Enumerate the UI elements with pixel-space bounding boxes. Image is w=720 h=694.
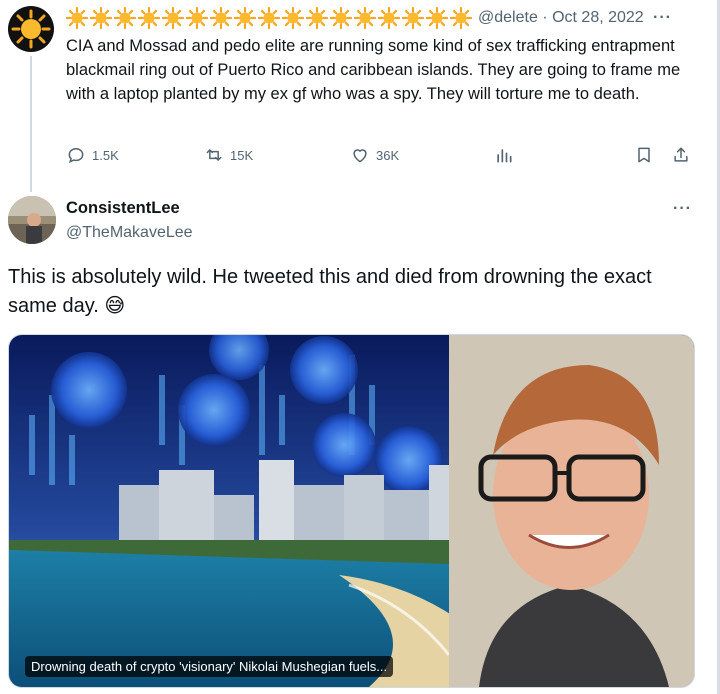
sweat-smile-emoji: 😅 bbox=[104, 295, 126, 317]
reply-icon bbox=[68, 147, 84, 164]
like-button[interactable]: 36K bbox=[350, 145, 399, 165]
media-caption[interactable]: Drowning death of crypto 'visionary' Nik… bbox=[25, 656, 394, 677]
parent-more-icon[interactable]: ··· bbox=[653, 9, 672, 27]
sun-emoji-icon bbox=[162, 7, 184, 29]
reply-display-name[interactable]: ConsistentLee bbox=[66, 199, 180, 218]
media-card[interactable]: Drowning death of crypto 'visionary' Nik… bbox=[8, 334, 695, 688]
reply-avatar[interactable] bbox=[8, 196, 56, 244]
thread-connector bbox=[30, 56, 32, 192]
sun-emoji-icon bbox=[354, 7, 376, 29]
sun-emoji-icon bbox=[90, 7, 112, 29]
sun-emoji-icon bbox=[138, 7, 160, 29]
parent-handle-and-date[interactable]: @delete · Oct 28, 2022 bbox=[478, 9, 644, 27]
sun-avatar[interactable] bbox=[8, 6, 54, 52]
repost-icon bbox=[206, 149, 222, 161]
sun-emoji-icon bbox=[402, 7, 424, 29]
sun-emoji-icon bbox=[426, 7, 448, 29]
sun-emoji-row bbox=[66, 7, 472, 29]
parent-action-bar: 1.5K 15K 36K bbox=[66, 145, 696, 169]
reply-button[interactable]: 1.5K bbox=[66, 145, 119, 165]
repost-button[interactable]: 15K bbox=[204, 145, 253, 165]
sun-emoji-icon bbox=[306, 7, 328, 29]
sun-emoji-icon bbox=[210, 7, 232, 29]
sun-emoji-icon bbox=[378, 7, 400, 29]
sun-icon bbox=[11, 9, 51, 49]
parent-tweet[interactable]: @delete · Oct 28, 2022 ··· CIA and Mossa… bbox=[0, 0, 720, 192]
sun-emoji-icon bbox=[282, 7, 304, 29]
sun-emoji-icon bbox=[114, 7, 136, 29]
avatar-photo bbox=[8, 196, 56, 244]
reply-handle[interactable]: @TheMakaveLee bbox=[66, 224, 193, 242]
reply-tweet-text: This is absolutely wild. He tweeted this… bbox=[8, 263, 698, 321]
like-count: 36K bbox=[376, 147, 400, 163]
bookmark-icon bbox=[638, 147, 650, 163]
sun-emoji-icon bbox=[234, 7, 256, 29]
sun-emoji-icon bbox=[66, 7, 88, 29]
sun-emoji-icon bbox=[330, 7, 352, 29]
reply-more-icon[interactable]: ··· bbox=[673, 200, 692, 218]
views-icon bbox=[497, 149, 512, 163]
like-icon bbox=[353, 149, 367, 163]
sun-emoji-icon bbox=[450, 7, 472, 29]
views-button[interactable] bbox=[494, 145, 514, 165]
reply-count: 1.5K bbox=[92, 147, 119, 163]
media-image bbox=[9, 335, 694, 687]
sun-emoji-icon bbox=[258, 7, 280, 29]
share-icon bbox=[674, 147, 688, 162]
bookmark-button[interactable] bbox=[634, 145, 654, 165]
parent-tweet-text: CIA and Mossad and pedo elite are runnin… bbox=[66, 37, 681, 103]
sun-emoji-icon bbox=[186, 7, 208, 29]
repost-count: 15K bbox=[230, 147, 254, 163]
parent-header: @delete · Oct 28, 2022 ··· bbox=[66, 6, 696, 30]
share-button[interactable] bbox=[671, 145, 691, 165]
